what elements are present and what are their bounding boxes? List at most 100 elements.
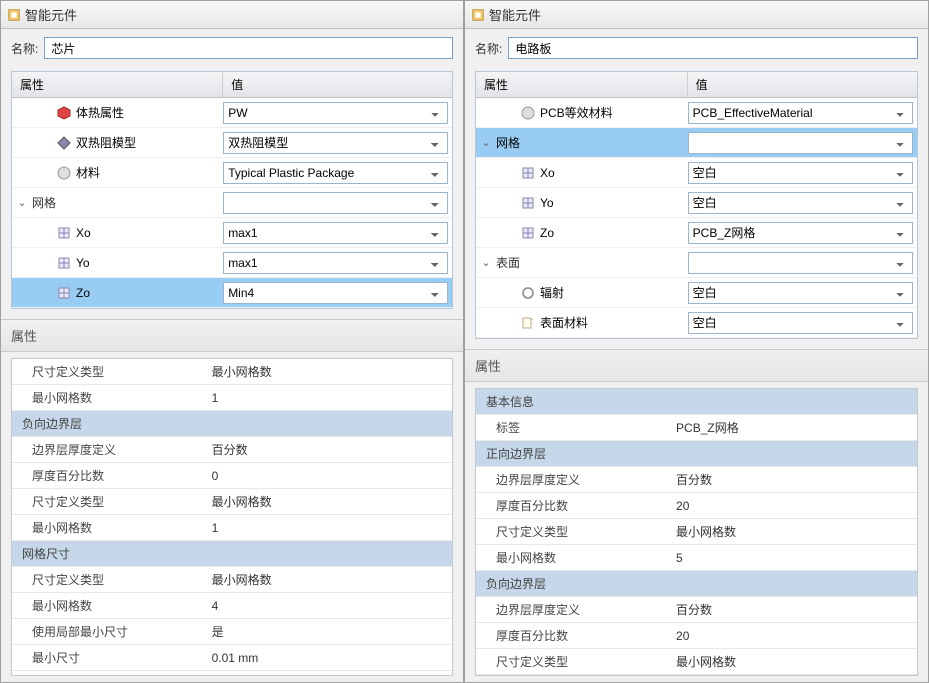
prop-value[interactable]: 最小网格数 — [206, 567, 452, 592]
prop-value[interactable]: 0 — [206, 465, 452, 487]
value-dropdown[interactable]: 双热阻模型 — [223, 132, 448, 154]
value-dropdown[interactable]: PCB_Z网格 — [688, 222, 913, 244]
prop-row[interactable]: 最小网格数5 — [476, 545, 917, 571]
tree-row-label: Zo — [476, 225, 688, 241]
prop-row[interactable]: 边界层厚度定义百分数 — [476, 597, 917, 623]
tree-row-label: Xo — [476, 165, 688, 181]
value-dropdown[interactable] — [223, 192, 448, 214]
prop-row[interactable]: 边界层厚度定义百分数 — [12, 437, 452, 463]
prop-row[interactable]: 尺寸定义类型最小网格数 — [476, 519, 917, 545]
prop-row[interactable]: 厚度百分比数20 — [476, 623, 917, 649]
value-dropdown[interactable] — [688, 252, 913, 274]
prop-value[interactable]: 百分数 — [206, 437, 452, 462]
prop-section-header: 基本信息 — [476, 389, 917, 415]
value-dropdown[interactable] — [688, 132, 913, 154]
prop-value[interactable]: 0.01 mm — [206, 647, 452, 669]
attribute-tree: 属性 值 PCB等效材料PCB_EffectiveMaterial⌄网格Xo空白… — [475, 71, 918, 339]
name-label: 名称: — [11, 40, 38, 57]
value-dropdown[interactable]: PW — [223, 102, 448, 124]
col-attr[interactable]: 属性 — [12, 72, 223, 97]
prop-row[interactable]: 厚度百分比数20 — [476, 493, 917, 519]
tree-row-value: 空白 — [688, 160, 917, 186]
prop-row[interactable]: 尺寸定义类型最小网格数 — [476, 649, 917, 675]
properties-body[interactable]: 基本信息标签PCB_Z网格正向边界层边界层厚度定义百分数厚度百分比数20尺寸定义… — [475, 388, 918, 676]
prop-value[interactable]: 5 — [670, 547, 917, 569]
prop-value[interactable]: 百分数 — [670, 467, 917, 492]
prop-value[interactable]: 20 — [670, 625, 917, 647]
tree-row[interactable]: Xomax1 — [12, 218, 452, 248]
circle-icon — [520, 285, 536, 301]
value-dropdown[interactable]: 空白 — [688, 192, 913, 214]
prop-row[interactable]: 厚度百分比数0 — [12, 463, 452, 489]
tree-row[interactable]: 表面材料空白 — [476, 308, 917, 338]
prop-value[interactable]: PCB_Z网格 — [670, 415, 917, 440]
prop-row[interactable]: 尺寸定义类型最小网格数 — [12, 567, 452, 593]
value-dropdown[interactable]: Typical Plastic Package — [223, 162, 448, 184]
prop-row[interactable]: 边界层厚度定义百分数 — [476, 467, 917, 493]
item-label: 材料 — [76, 164, 100, 181]
prop-value[interactable]: 百分数 — [670, 597, 917, 622]
tree-row[interactable]: ⌄网格 — [476, 128, 917, 158]
tree-row[interactable]: 体热属性PW — [12, 98, 452, 128]
prop-label: 尺寸定义类型 — [12, 359, 206, 384]
prop-row[interactable]: 尺寸定义类型最小网格数 — [12, 489, 452, 515]
prop-section-header: 负向边界层 — [476, 571, 917, 597]
prop-value[interactable]: 最小网格数 — [206, 359, 452, 384]
left-panel: 智能元件 名称: 属性 值 体热属性PW双热阻模型双热阻模型材料Typical … — [0, 0, 464, 683]
properties-body[interactable]: 尺寸定义类型最小网格数最小网格数1负向边界层边界层厚度定义百分数厚度百分比数0尺… — [11, 358, 453, 676]
prop-row[interactable]: 标签PCB_Z网格 — [476, 415, 917, 441]
prop-value[interactable]: 4 — [206, 595, 452, 617]
tree-row-label: Xo — [12, 225, 223, 241]
prop-row[interactable]: 使用局部最小尺寸是 — [12, 619, 452, 645]
tree-row-label: 双热阻模型 — [12, 134, 223, 151]
value-dropdown[interactable]: PCB_EffectiveMaterial — [688, 102, 913, 124]
grid-cube-icon — [56, 285, 72, 301]
expander-icon[interactable]: ⌄ — [480, 256, 492, 269]
prop-value[interactable]: 最小网格数 — [670, 519, 917, 544]
prop-row[interactable]: 最小网格数4 — [12, 593, 452, 619]
prop-value[interactable]: 1 — [206, 387, 452, 409]
tree-row-value: max1 — [223, 250, 452, 276]
prop-row[interactable]: 最小网格数1 — [12, 515, 452, 541]
tree-row-value: 双热阻模型 — [223, 130, 452, 156]
prop-row[interactable]: 最小网格数1 — [12, 385, 452, 411]
prop-value[interactable]: 是 — [206, 619, 452, 644]
expander-icon[interactable]: ⌄ — [480, 136, 492, 149]
prop-value[interactable]: 20 — [670, 495, 917, 517]
value-dropdown[interactable]: max1 — [223, 222, 448, 244]
tree-row[interactable]: Yomax1 — [12, 248, 452, 278]
expander-icon[interactable]: ⌄ — [16, 196, 28, 209]
prop-value[interactable]: 1 — [206, 517, 452, 539]
sphere-icon — [520, 105, 536, 121]
value-dropdown[interactable]: 空白 — [688, 162, 913, 184]
tree-row[interactable]: Yo空白 — [476, 188, 917, 218]
col-value[interactable]: 值 — [688, 72, 917, 97]
tree-row[interactable]: ⌄表面 — [476, 248, 917, 278]
col-value[interactable]: 值 — [223, 72, 452, 97]
value-dropdown[interactable]: 空白 — [688, 282, 913, 304]
tree-row[interactable]: ⌄网格 — [12, 188, 452, 218]
diamond-icon — [56, 135, 72, 151]
prop-label: 尺寸定义类型 — [12, 567, 206, 592]
tree-row[interactable]: ZoMin4 — [12, 278, 452, 308]
value-dropdown[interactable]: 空白 — [688, 312, 913, 334]
tree-row[interactable]: 辐射空白 — [476, 278, 917, 308]
tree-row[interactable]: PCB等效材料PCB_EffectiveMaterial — [476, 98, 917, 128]
tree-row[interactable]: 材料 Typical Plastic Package — [12, 158, 452, 188]
prop-label: 尺寸定义类型 — [12, 489, 206, 514]
name-input[interactable] — [508, 37, 918, 59]
value-dropdown[interactable]: max1 — [223, 252, 448, 274]
prop-value[interactable]: 最小网格数 — [670, 649, 917, 674]
prop-value[interactable]: 最小网格数 — [206, 489, 452, 514]
name-input[interactable] — [44, 37, 453, 59]
prop-row[interactable]: 最小尺寸0.01 mm — [12, 645, 452, 671]
tree-row[interactable]: Xo空白 — [476, 158, 917, 188]
col-attr[interactable]: 属性 — [476, 72, 688, 97]
tree-row-label: 辐射 — [476, 284, 688, 301]
tree-row-value — [223, 190, 452, 216]
tree-row[interactable]: ZoPCB_Z网格 — [476, 218, 917, 248]
value-dropdown[interactable]: Min4 — [223, 282, 448, 304]
prop-label: 最小网格数 — [12, 385, 206, 410]
prop-row[interactable]: 尺寸定义类型最小网格数 — [12, 359, 452, 385]
tree-row[interactable]: 双热阻模型双热阻模型 — [12, 128, 452, 158]
